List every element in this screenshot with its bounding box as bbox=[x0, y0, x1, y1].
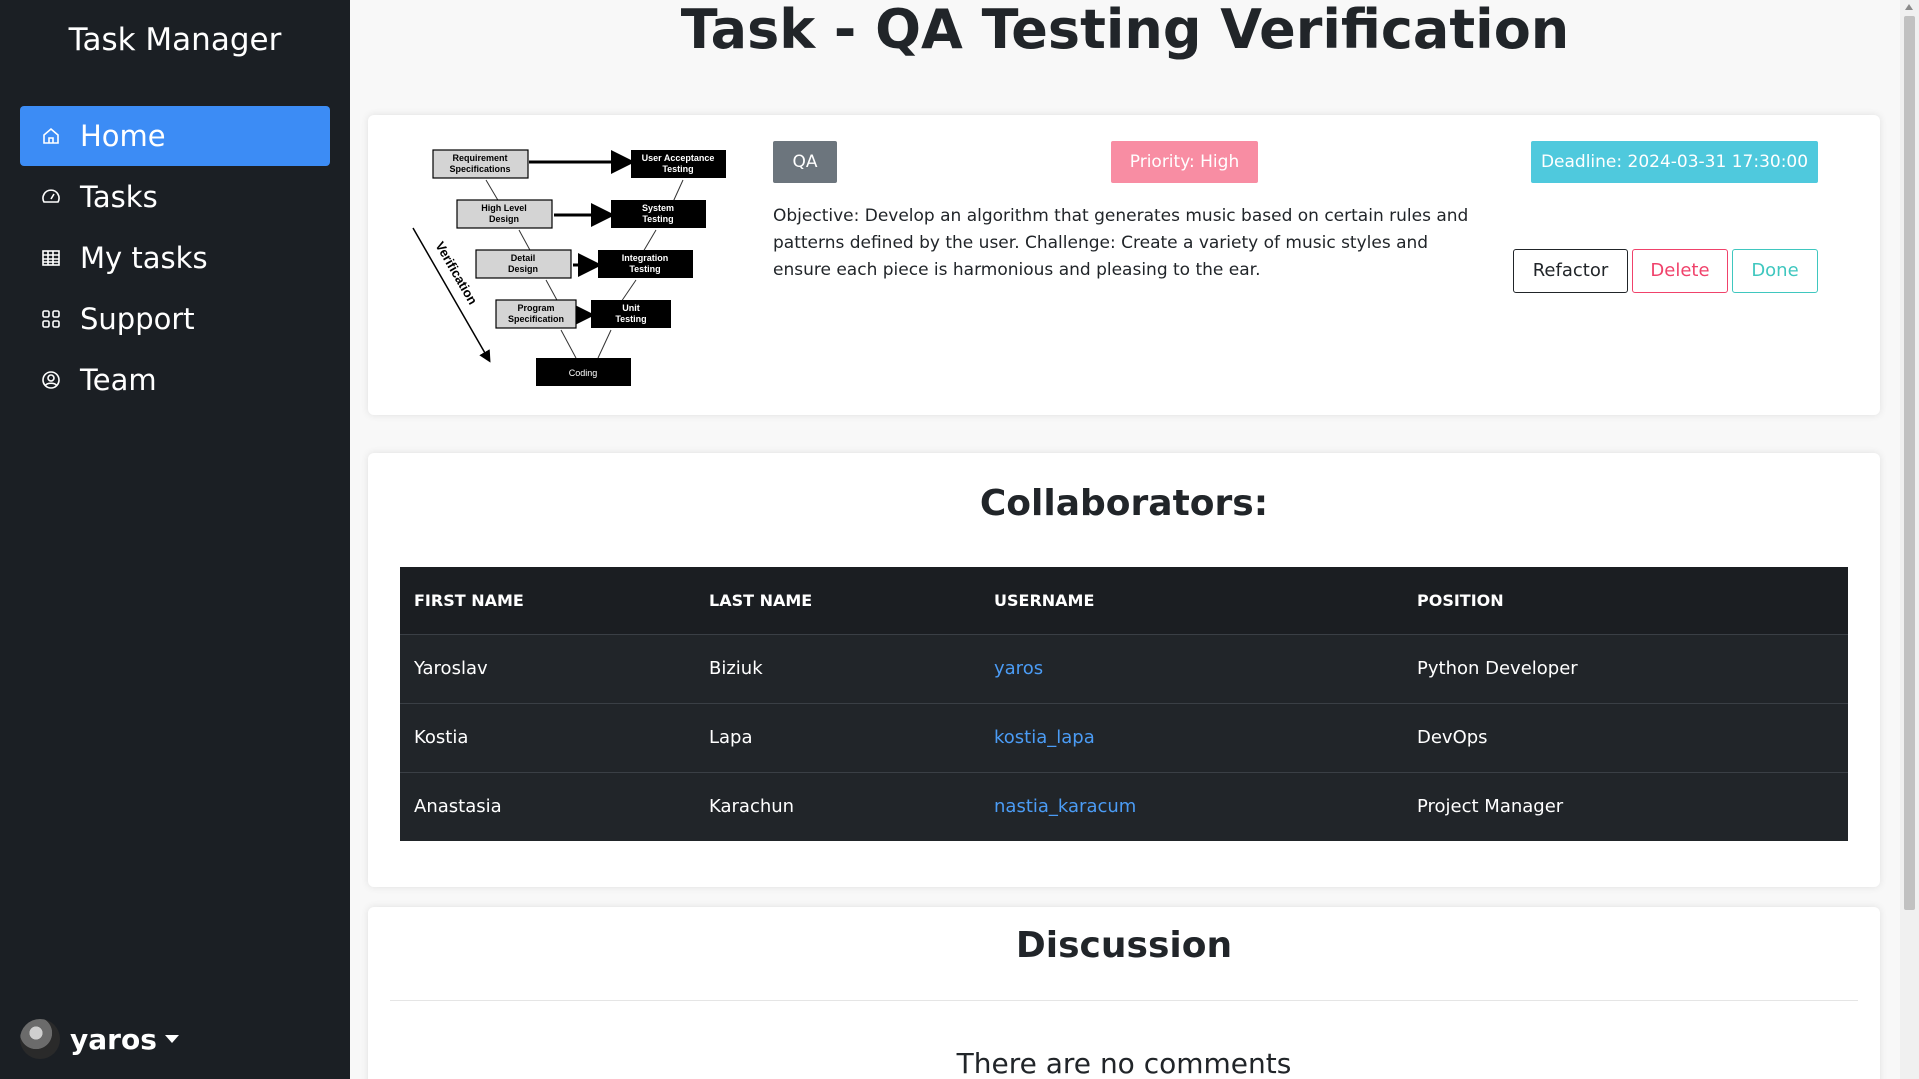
svg-text:Requirement: Requirement bbox=[452, 153, 507, 163]
svg-text:Detail: Detail bbox=[511, 253, 536, 263]
username: yaros bbox=[70, 1022, 157, 1056]
username-cell: kostia_lapa bbox=[980, 702, 1403, 772]
user-circle-icon bbox=[40, 369, 62, 391]
username-cell: yaros bbox=[980, 633, 1403, 703]
discussion-title: Discussion bbox=[1015, 925, 1233, 966]
sidebar-item-label: My tasks bbox=[80, 241, 208, 275]
sidebar-item-label: Support bbox=[80, 302, 195, 336]
sidebar-item-home[interactable]: Home bbox=[20, 106, 330, 166]
svg-text:Testing: Testing bbox=[662, 164, 693, 174]
sidebar-item-my-tasks[interactable]: My tasks bbox=[20, 228, 330, 288]
svg-text:Testing: Testing bbox=[642, 214, 673, 224]
speedometer-icon bbox=[40, 186, 62, 208]
refactor-button[interactable]: Refactor bbox=[1513, 249, 1628, 293]
sidebar-item-support[interactable]: Support bbox=[20, 289, 330, 349]
position-cell: DevOps bbox=[1403, 702, 1848, 772]
column-header-position: POSITION bbox=[1403, 567, 1848, 634]
table-row: Kostia Lapa kostia_lapa DevOps bbox=[400, 702, 1848, 772]
last-name-cell: Karachun bbox=[695, 771, 980, 841]
sidebar: Task Manager Home Tasks My tasks Support bbox=[0, 0, 350, 1079]
scrollbar-thumb[interactable] bbox=[1904, 16, 1915, 910]
svg-text:Specifications: Specifications bbox=[449, 164, 510, 174]
table-icon bbox=[40, 247, 62, 269]
task-type-badge: QA bbox=[773, 141, 837, 183]
deadline-badge: Deadline: 2024-03-31 17:30:00 bbox=[1531, 141, 1818, 183]
grid-icon bbox=[40, 308, 62, 330]
scroll-up-arrow-icon[interactable] bbox=[1905, 4, 1913, 10]
first-name-cell: Anastasia bbox=[400, 771, 695, 841]
column-header-username: USERNAME bbox=[980, 567, 1403, 634]
sidebar-item-tasks[interactable]: Tasks bbox=[20, 167, 330, 227]
avatar bbox=[20, 1019, 60, 1059]
svg-text:Program: Program bbox=[517, 303, 554, 313]
done-button[interactable]: Done bbox=[1732, 249, 1818, 293]
collaborators-card: Collaborators: FIRST NAME LAST NAME USER… bbox=[368, 453, 1880, 887]
svg-text:Testing: Testing bbox=[615, 314, 646, 324]
svg-text:High Level: High Level bbox=[481, 203, 527, 213]
page-title: Task - QA Testing Verification bbox=[680, 0, 1570, 61]
svg-text:Specification: Specification bbox=[508, 314, 564, 324]
position-cell: Project Manager bbox=[1403, 771, 1848, 841]
task-image-v-model-diagram: Requirement Specifications High Level Desi… bbox=[411, 140, 736, 390]
delete-button[interactable]: Delete bbox=[1632, 249, 1728, 293]
caret-down-icon bbox=[164, 1035, 179, 1043]
task-objective: Objective: Develop an algorithm that gen… bbox=[773, 206, 1469, 280]
divider bbox=[390, 1000, 1858, 1001]
svg-text:Unit: Unit bbox=[622, 303, 640, 313]
table-row: Anastasia Karachun nastia_karacum Projec… bbox=[400, 771, 1848, 841]
first-name-cell: Yaroslav bbox=[400, 633, 695, 703]
discussion-card: Discussion There are no comments bbox=[368, 907, 1880, 1079]
sidebar-nav: Home Tasks My tasks Support Team bbox=[20, 106, 330, 411]
last-name-cell: Lapa bbox=[695, 702, 980, 772]
username-link[interactable]: nastia_karacum bbox=[994, 796, 1136, 817]
username-link[interactable]: yaros bbox=[994, 658, 1043, 679]
app-brand[interactable]: Task Manager bbox=[0, 22, 350, 58]
collaborators-table: FIRST NAME LAST NAME USERNAME POSITION Y… bbox=[400, 567, 1848, 841]
task-card: Requirement Specifications High Level Desi… bbox=[368, 115, 1880, 415]
column-header-first-name: FIRST NAME bbox=[400, 567, 695, 634]
user-menu[interactable]: yaros bbox=[20, 1019, 179, 1059]
home-icon bbox=[40, 125, 62, 147]
position-cell: Python Developer bbox=[1403, 633, 1848, 703]
first-name-cell: Kostia bbox=[400, 702, 695, 772]
no-comments-text: There are no comments bbox=[956, 1047, 1292, 1079]
sidebar-item-label: Tasks bbox=[80, 180, 158, 214]
svg-text:Testing: Testing bbox=[629, 264, 660, 274]
svg-text:Integration: Integration bbox=[622, 253, 669, 263]
table-row: Yaroslav Biziuk yaros Python Developer bbox=[400, 633, 1848, 703]
svg-text:Design: Design bbox=[508, 264, 538, 274]
last-name-cell: Biziuk bbox=[695, 633, 980, 703]
sidebar-item-label: Home bbox=[80, 119, 166, 153]
table-header-row: FIRST NAME LAST NAME USERNAME POSITION bbox=[400, 567, 1848, 634]
username-cell: nastia_karacum bbox=[980, 771, 1403, 841]
svg-text:Coding: Coding bbox=[569, 368, 598, 378]
page-scrollbar[interactable] bbox=[1900, 0, 1919, 1079]
priority-badge: Priority: High bbox=[1111, 141, 1258, 183]
username-link[interactable]: kostia_lapa bbox=[994, 727, 1095, 748]
sidebar-item-team[interactable]: Team bbox=[20, 350, 330, 410]
svg-text:User Acceptance: User Acceptance bbox=[642, 153, 715, 163]
sidebar-item-label: Team bbox=[80, 363, 157, 397]
collaborators-title: Collaborators: bbox=[979, 483, 1269, 524]
svg-text:System: System bbox=[642, 203, 674, 213]
column-header-last-name: LAST NAME bbox=[695, 567, 980, 634]
svg-text:Design: Design bbox=[489, 214, 519, 224]
